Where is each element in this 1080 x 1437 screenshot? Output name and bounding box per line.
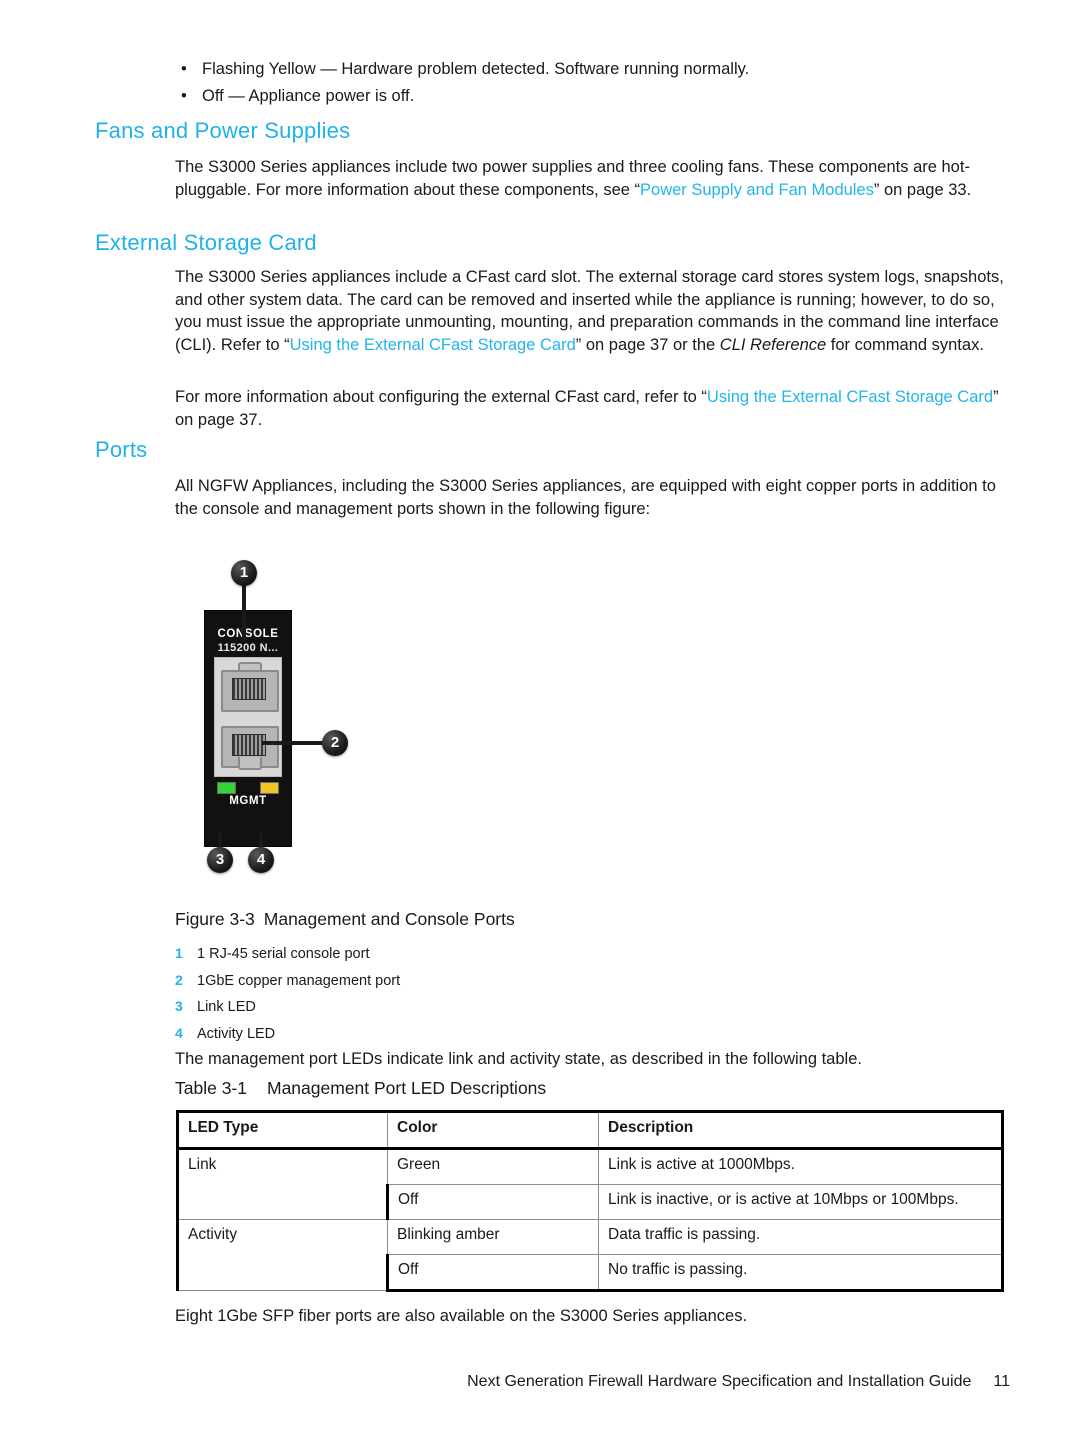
table-row: Link Green Link is active at 1000Mbps. [176,1148,1004,1220]
cell-description: No traffic is passing. [598,1254,1004,1292]
list-item: 4 Activity LED [175,1021,695,1048]
link-power-supply-and-fan-modules[interactable]: Power Supply and Fan Modules [640,181,874,199]
cell-color: Green [387,1148,599,1185]
footer-page-number: 11 [993,1373,1010,1390]
paragraph-configuring-cfast-card: For more information about configuring t… [175,386,1005,431]
link-using-external-cfast-storage-card-2[interactable]: Using the External CFast Storage Card [707,388,993,406]
list-item: 1 1 RJ-45 serial console port [175,941,695,968]
heading-external-storage-card: External Storage Card [95,230,317,255]
paragraph-text: ” on page 33. [873,180,972,199]
column-header-description: Description [598,1110,1004,1150]
legend-number: 2 [175,971,183,988]
cell-color: Off [386,1254,599,1292]
activity-led-indicator [260,782,279,794]
cell-led-type: Activity [176,1219,388,1291]
column-header-color: Color [387,1110,599,1150]
paragraph-fans-power-supplies: The S3000 Series appliances include two … [175,156,1005,201]
footer-guide-title: Next Generation Firewall Hardware Specif… [467,1373,972,1390]
legend-label: 1 RJ-45 serial console port [197,946,370,962]
table-caption-number: Table 3-1 [175,1078,247,1098]
table-body: Link Green Link is active at 1000Mbps. O… [176,1148,1004,1292]
figure-caption-number: Figure 3-3 [175,909,255,929]
list-item: • Flashing Yellow — Hardware problem det… [175,56,1015,83]
cell-color: Blinking amber [387,1219,599,1255]
callout-badge-4: 4 [248,847,274,873]
status-bullet-list: • Flashing Yellow — Hardware problem det… [175,56,1015,110]
table-caption-title: Management Port LED Descriptions [267,1078,547,1098]
legend-label: Link LED [197,999,256,1015]
italic-cli-reference: CLI Reference [719,335,827,354]
page-footer: Next Generation Firewall Hardware Specif… [0,1373,1010,1391]
callout-badge-2: 2 [322,730,348,756]
paragraph-leds-intro: The management port LEDs indicate link a… [175,1050,862,1068]
heading-ports: Ports [95,437,148,462]
bullet-text: Flashing Yellow — Hardware problem detec… [202,60,750,78]
cell-description: Link is inactive, or is active at 10Mbps… [598,1184,1004,1220]
table-caption: Table 3-1 Management Port LED Description… [175,1077,546,1099]
link-led-indicator [217,782,236,794]
figure-caption-title: Management and Console Ports [263,909,515,929]
bullet-icon: • [181,60,187,78]
link-using-external-cfast-storage-card[interactable]: Using the External CFast Storage Card [290,336,576,354]
bullet-text: Off — Appliance power is off. [202,87,415,105]
paragraph-ports-intro: All NGFW Appliances, including the S3000… [175,477,996,518]
console-baud-label: 115200 N... [217,642,279,654]
legend-number: 1 [175,945,183,961]
table-management-port-led-descriptions: LED Type Color Description Link Green Li… [176,1110,1004,1292]
document-page: • Flashing Yellow — Hardware problem det… [0,0,1080,1437]
table-header: LED Type Color Description [176,1110,1004,1150]
paragraph-text: ” on page 37 or the [575,335,720,354]
rj45-port-stack [214,657,282,777]
console-port-label: CONSOLE [217,628,279,640]
figure-legend: 1 1 RJ-45 serial console port 2 1GbE cop… [175,941,695,1047]
paragraph-text: For more information about configuring t… [175,388,707,406]
callout-badge-1: 1 [231,560,257,586]
rj45-console-port-icon [221,662,279,714]
column-header-led-type: LED Type [176,1110,388,1150]
list-item: 3 Link LED [175,994,695,1021]
callout-leader-line-2 [262,741,328,745]
list-item: • Off — Appliance power is off. [175,83,1015,110]
figure-caption: Figure 3-3 Management and Console Ports [175,908,515,930]
legend-number: 4 [175,1024,183,1041]
bullet-icon: • [181,87,187,105]
paragraph-sfp-fiber-ports: Eight 1Gbe SFP fiber ports are also avai… [175,1307,748,1325]
legend-label: Activity LED [197,1025,276,1042]
legend-label: 1GbE copper management port [197,972,401,989]
callout-badge-3: 3 [207,847,233,873]
figure-management-console-ports: CONSOLE 115200 N... MGMT 1 2 3 4 [190,550,420,890]
list-item: 2 1GbE copper management port [175,968,695,995]
cell-led-type: Link [176,1148,388,1220]
cell-description: Link is active at 1000Mbps. [598,1148,1004,1185]
cell-color: Off [386,1184,599,1220]
paragraph-text: for command syntax. [826,335,984,354]
legend-number: 3 [175,998,183,1014]
heading-fans-and-power-supplies: Fans and Power Supplies [95,118,351,143]
paragraph-external-storage-card: The S3000 Series appliances include a CF… [175,266,1005,356]
callout-leader-line-1 [242,580,246,642]
table-row: Activity Blinking amber Data traffic is … [176,1219,1004,1291]
table-header-row: LED Type Color Description [176,1110,1004,1150]
device-faceplate: CONSOLE 115200 N... MGMT [204,610,292,847]
cell-description: Data traffic is passing. [598,1219,1004,1255]
mgmt-port-label: MGMT [229,795,267,807]
